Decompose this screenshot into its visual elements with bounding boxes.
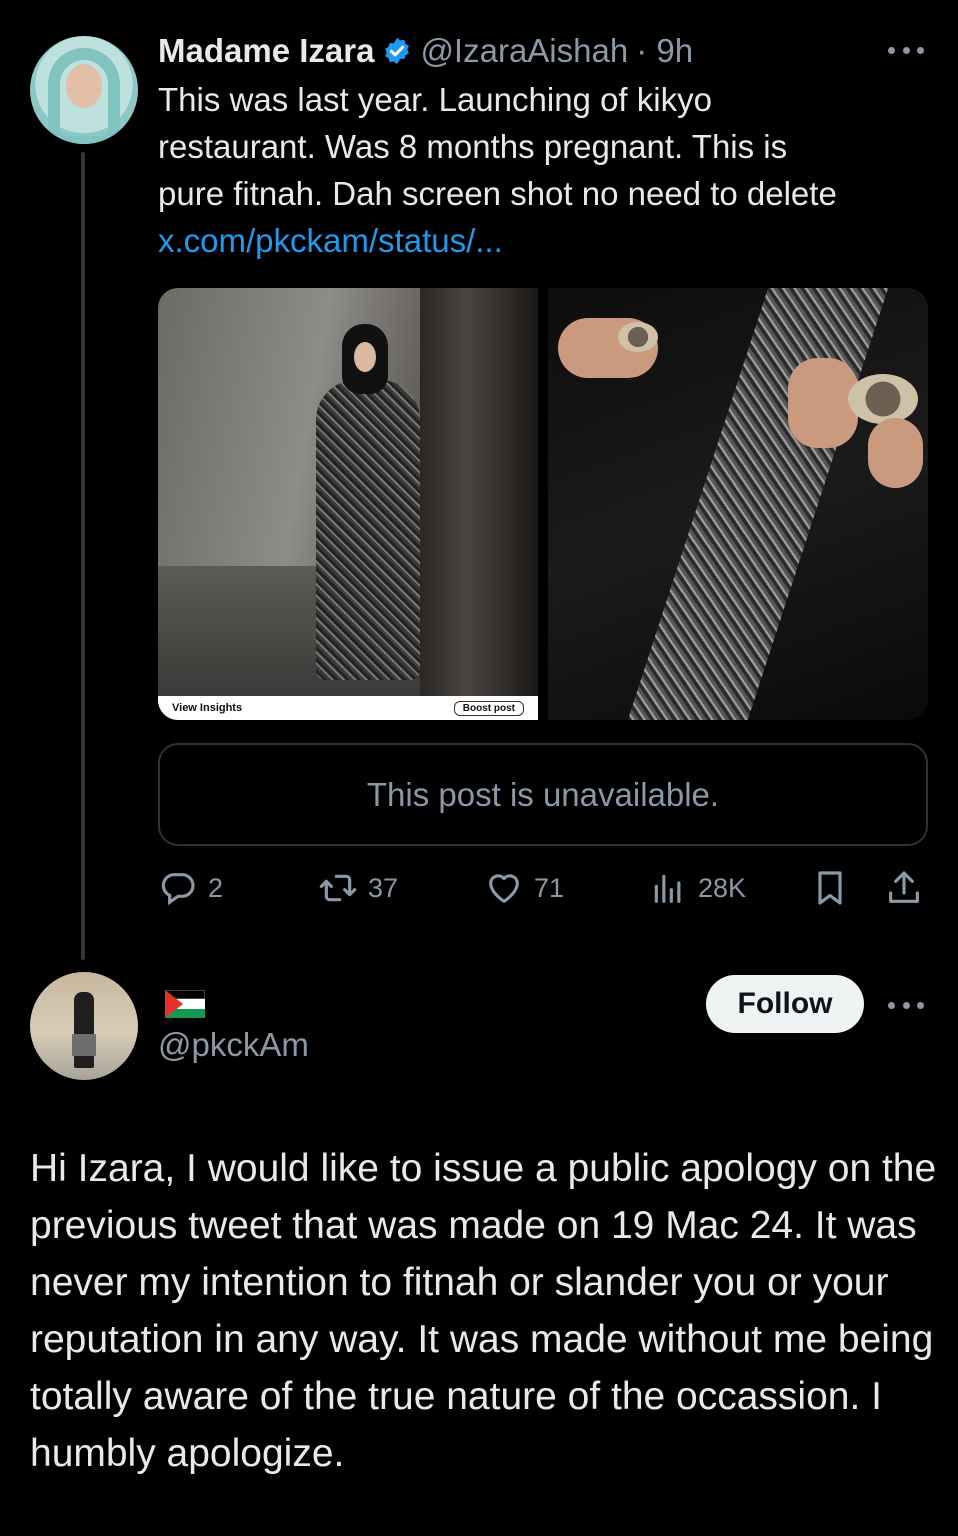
follow-button[interactable]: Follow bbox=[706, 975, 864, 1033]
reply-button[interactable]: 2 bbox=[158, 860, 223, 916]
views-button[interactable]: 28K bbox=[648, 860, 746, 916]
more-icon[interactable] bbox=[888, 45, 924, 55]
tweet-text-line: pure fitnah. Dah screen shot no need to … bbox=[158, 175, 837, 212]
tweet-text: This was last year. Launching of kikyo r… bbox=[158, 76, 938, 264]
media-image-left[interactable]: View Insights Boost post bbox=[158, 288, 538, 720]
reply-count: 2 bbox=[208, 872, 224, 903]
tweet-header: Madame Izara @IzaraAishah · 9h bbox=[158, 28, 693, 74]
tweet-time[interactable]: · 9h bbox=[636, 32, 693, 70]
avatar-sarong bbox=[72, 1034, 96, 1056]
image-face bbox=[354, 342, 376, 372]
image-coat bbox=[316, 380, 420, 680]
tweet-media[interactable]: View Insights Boost post bbox=[158, 288, 928, 720]
share-button[interactable] bbox=[884, 860, 924, 916]
image-door bbox=[420, 288, 538, 698]
tweet-text-line: This was last year. Launching of kikyo bbox=[158, 81, 712, 118]
repost-count: 37 bbox=[368, 872, 399, 903]
repost-button[interactable]: 37 bbox=[318, 860, 398, 916]
insights-bar: View Insights Boost post bbox=[158, 696, 538, 720]
author-handle[interactable]: @IzaraAishah bbox=[420, 32, 628, 70]
avatar-face bbox=[66, 64, 102, 108]
bookmark-icon bbox=[818, 871, 842, 905]
image-hand bbox=[868, 418, 923, 488]
tweet-link[interactable]: x.com/pkckam/status/... bbox=[158, 217, 938, 264]
like-button[interactable]: 71 bbox=[484, 860, 564, 916]
share-icon bbox=[889, 871, 919, 903]
views-count: 28K bbox=[698, 872, 747, 903]
author-name[interactable]: Madame Izara bbox=[158, 32, 374, 70]
views-icon bbox=[654, 874, 681, 903]
bookmark-button[interactable] bbox=[810, 860, 850, 916]
like-count: 71 bbox=[534, 872, 565, 903]
avatar-figure bbox=[74, 992, 94, 1068]
reply-text: Hi Izara, I would like to issue a public… bbox=[30, 1147, 937, 1475]
reply-avatar[interactable] bbox=[30, 972, 138, 1080]
image-person bbox=[308, 324, 428, 684]
image-tweed bbox=[627, 288, 889, 720]
palestine-flag-icon bbox=[165, 990, 205, 1018]
tweet-text-line: restaurant. Was 8 months pregnant. This … bbox=[158, 128, 788, 165]
tweet-actions: 2 37 71 28K bbox=[158, 860, 938, 916]
reply-icon bbox=[161, 873, 195, 906]
view-insights-label: View Insights bbox=[172, 702, 243, 714]
image-bowl bbox=[848, 374, 918, 424]
repost-icon bbox=[319, 874, 357, 902]
reply-handle[interactable]: @pkckAm bbox=[158, 1026, 309, 1064]
avatar[interactable] bbox=[30, 36, 138, 144]
boost-post-label: Boost post bbox=[453, 700, 524, 716]
media-image-right[interactable] bbox=[548, 288, 928, 720]
image-bowl bbox=[618, 322, 658, 352]
verified-badge-icon bbox=[385, 37, 410, 65]
quote-unavailable-text: This post is unavailable. bbox=[366, 775, 720, 813]
more-icon[interactable] bbox=[888, 1000, 924, 1010]
quote-unavailable: This post is unavailable. bbox=[158, 743, 928, 846]
thread-connector-line bbox=[81, 152, 85, 960]
like-icon bbox=[489, 874, 519, 903]
